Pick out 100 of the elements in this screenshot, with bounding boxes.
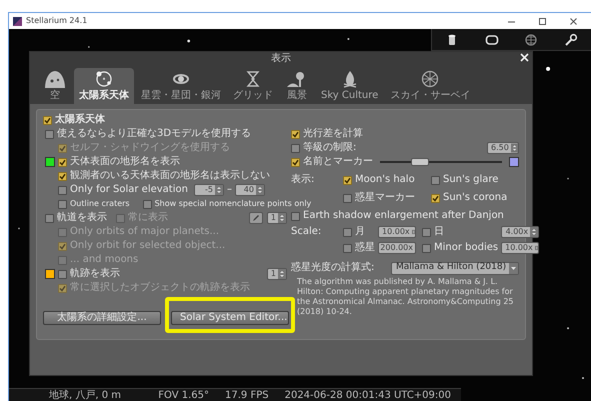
window-title: Stellarium 24.1 <box>26 15 88 27</box>
rounded-rectangle-icon[interactable] <box>484 32 499 46</box>
checkbox-label: 使えるならより正確な3Dモデルを使用する <box>57 128 252 140</box>
checkbox-label: 軌道を表示 <box>57 212 107 224</box>
spin-arrows-icon <box>412 227 415 237</box>
spin-box[interactable]: 4.00x <box>501 226 540 238</box>
tab[interactable]: 星雲・星団・銀河 <box>136 68 226 104</box>
checkbox-label: Sun's glare <box>443 174 498 186</box>
checkbox-label: Only orbit for selected object... <box>70 240 226 252</box>
tab[interactable]: 風景 <box>280 68 314 104</box>
spin-box[interactable]: 10.00x <box>501 242 540 254</box>
checkbox-label: 惑星マーカー <box>355 192 415 204</box>
tab[interactable]: Sky Culture <box>316 68 384 104</box>
checkbox-label: Only orbits of major planets... <box>70 226 220 238</box>
checkbox-label: 常に表示 <box>128 212 168 224</box>
spin-box[interactable]: -5 <box>194 184 224 196</box>
close-button[interactable] <box>520 53 529 62</box>
wrench-icon[interactable] <box>564 32 578 46</box>
checkbox-label: 光行差を計算 <box>303 128 363 140</box>
checkbox[interactable] <box>58 158 67 166</box>
dropdown[interactable]: Mallama & Hilton (2018) <box>391 262 519 274</box>
checkbox-label: セルフ・シャドウイングを使用する <box>70 142 230 154</box>
tab[interactable]: スカイ・サーベイ <box>385 68 476 104</box>
edit-button[interactable] <box>248 212 263 224</box>
checkbox[interactable] <box>422 244 431 252</box>
checkbox-label: 名前とマーカー <box>303 156 373 168</box>
datetime-text: 2024-06-28 00:01:43 UTC+09:00 <box>284 390 451 400</box>
checkbox-label: 軌跡を表示 <box>70 268 120 280</box>
range-separator: – <box>226 184 232 196</box>
checkbox-label: Minor bodies <box>434 242 498 254</box>
checkbox[interactable] <box>291 130 300 138</box>
checkbox[interactable] <box>58 270 67 278</box>
close-icon <box>569 16 578 26</box>
spin-box[interactable]: 6.50 <box>487 142 519 154</box>
checkbox[interactable] <box>43 116 52 124</box>
push-button[interactable]: Solar System Editor... <box>171 311 289 325</box>
tab[interactable]: 太陽系天体 <box>74 68 134 104</box>
fov-text: FOV 1.65° <box>158 390 210 400</box>
checkbox-label: Earth shadow enlargement after Danjon <box>303 210 504 222</box>
checkbox-label: Show special nomenclature points only <box>154 198 312 210</box>
pencil-icon <box>252 214 260 222</box>
tab[interactable]: 空 <box>38 68 72 104</box>
globe-icon[interactable] <box>524 32 538 46</box>
checkbox-label: 天体表面の地形名を表示 <box>70 156 180 168</box>
checkbox[interactable] <box>343 244 352 252</box>
color-swatch[interactable] <box>45 269 55 279</box>
checkbox[interactable] <box>58 172 67 180</box>
spin-box[interactable]: 1 <box>266 212 287 224</box>
checkbox[interactable] <box>343 176 352 184</box>
spin-arrows-icon <box>256 185 264 195</box>
color-swatch[interactable] <box>509 157 519 167</box>
checkbox-label: 太陽系天体 <box>55 114 105 126</box>
app-icon <box>13 16 22 26</box>
checkbox[interactable] <box>343 228 352 236</box>
caret-icon <box>509 262 518 274</box>
push-button[interactable]: 太陽系の詳細設定... <box>43 311 161 325</box>
checkbox-label: 等級の制限: <box>303 142 356 154</box>
checkbox[interactable] <box>58 186 67 194</box>
dome-icon <box>43 69 67 89</box>
maximize-icon <box>538 16 547 26</box>
spin-box[interactable]: 200.00x <box>378 242 416 254</box>
checkbox-label: 惑星 <box>355 242 375 254</box>
spin-arrows-icon <box>214 185 223 195</box>
checkbox[interactable] <box>45 130 54 138</box>
checkbox[interactable] <box>142 200 152 208</box>
checkbox-label: Outline craters <box>70 198 130 210</box>
checkbox[interactable] <box>45 214 54 222</box>
spin-arrows-icon <box>530 227 538 237</box>
checkbox[interactable] <box>431 176 440 184</box>
checkbox-label: 月 <box>355 226 365 238</box>
checkbox[interactable] <box>291 212 300 220</box>
spin-arrows-icon <box>278 269 286 279</box>
spin-arrows-icon <box>534 243 538 253</box>
field-label: 惑星光度の計算式: <box>291 262 374 274</box>
checkbox-label: 日 <box>434 226 444 238</box>
checkbox-label: 観測者のいる天体表面の地形名は表示しない <box>70 170 270 182</box>
spin-box[interactable]: 10.00x <box>378 226 416 238</box>
checkbox-label: ... and moons <box>70 254 138 266</box>
slider-thumb[interactable] <box>411 158 430 166</box>
checkbox-label: 常に選択したオブジェクトの軌跡を表示 <box>70 282 250 294</box>
checkbox[interactable] <box>58 200 67 208</box>
checkbox[interactable] <box>291 158 300 166</box>
location-text: 地球, 八戸, 0 m <box>49 390 121 400</box>
color-swatch[interactable] <box>45 157 55 167</box>
checkbox-label: Moon's halo <box>355 174 415 186</box>
checkbox-label: Only for Solar elevation <box>70 184 188 196</box>
fps-text: 17.9 FPS <box>225 390 269 400</box>
description-text: The algorithm was published by A. Mallama & J. L. Hilton: Computing apparent planetary magnitudes for the Astronomical Almanac. Astronomy&Computing 25 (2018) 10-24. <box>297 277 515 317</box>
spin-box[interactable]: 1 <box>266 268 287 280</box>
checkbox[interactable] <box>431 194 440 202</box>
tab[interactable]: グリッド <box>228 68 278 104</box>
checkbox[interactable] <box>422 228 431 236</box>
checkbox-label: Sun's corona <box>443 192 508 204</box>
field-label: 表示: <box>291 174 316 186</box>
spin-box[interactable]: 40 <box>234 184 265 196</box>
spin-arrows-icon <box>510 143 518 153</box>
checkbox[interactable] <box>343 194 352 202</box>
field-label: Scale: <box>291 226 322 238</box>
dialog-title: 表示 <box>271 53 291 65</box>
checkbox[interactable] <box>291 144 300 152</box>
